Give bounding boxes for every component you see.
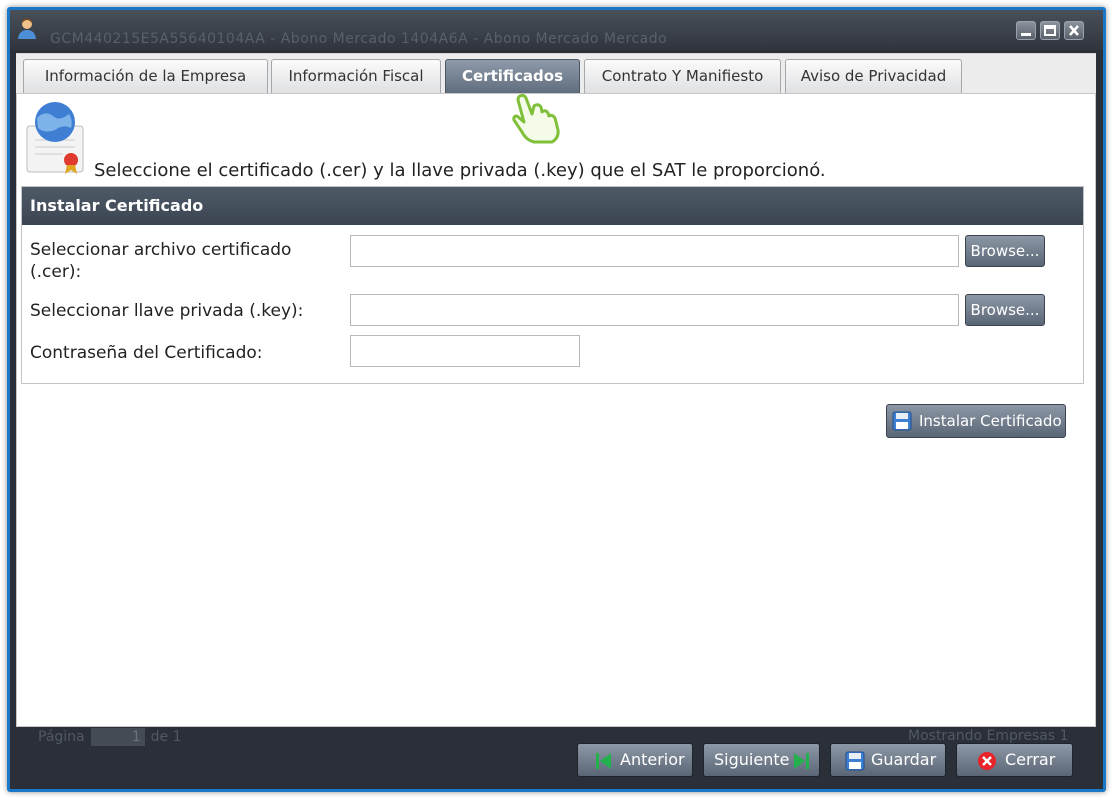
cerrar-button[interactable]: Cerrar <box>956 743 1073 777</box>
hand-cursor-icon <box>512 93 560 144</box>
anterior-label: Anterior <box>620 750 685 769</box>
previous-icon <box>596 753 611 769</box>
minimize-button[interactable] <box>1016 21 1036 40</box>
dialog-window: GCM440215E5A55640104AA - Abono Mercado 1… <box>7 7 1106 792</box>
tab-informacion-fiscal[interactable]: Información Fiscal <box>271 59 441 94</box>
guardar-label: Guardar <box>871 750 937 769</box>
background-pager: Página 1 de 1 <box>38 728 181 746</box>
cert-file-label: Seleccionar archivo certificado (.cer): <box>30 239 291 283</box>
next-icon <box>794 753 809 769</box>
browse-cert-button[interactable]: Browse... <box>965 235 1045 267</box>
cert-file-label-line1: Seleccionar archivo certificado <box>30 240 292 260</box>
pager-suffix: de 1 <box>150 729 182 745</box>
section-title: Instalar Certificado <box>22 187 1083 225</box>
certificados-panel: Seleccione el certificado (.cer) y la ll… <box>16 93 1096 727</box>
install-certificate-label: Instalar Certificado <box>919 412 1062 430</box>
password-label: Contraseña del Certificado: <box>30 343 263 363</box>
certificate-icon <box>26 102 84 174</box>
cert-file-label-line2: (.cer): <box>30 262 82 282</box>
install-certificate-section: Instalar Certificado Seleccionar archivo… <box>21 186 1084 384</box>
key-file-input[interactable] <box>350 294 959 326</box>
maximize-button[interactable] <box>1040 21 1060 40</box>
title-bar[interactable]: GCM440215E5A55640104AA - Abono Mercado 1… <box>10 10 1103 50</box>
close-icon <box>1069 25 1079 36</box>
siguiente-button[interactable]: Siguiente <box>703 743 820 777</box>
cert-file-input[interactable] <box>350 235 959 267</box>
tab-aviso-privacidad[interactable]: Aviso de Privacidad <box>785 59 962 94</box>
install-certificate-button[interactable]: Instalar Certificado <box>886 404 1066 438</box>
background-status: Mostrando Empresas 1 <box>908 728 1069 744</box>
tab-certificados[interactable]: Certificados <box>445 59 580 94</box>
browse-key-button[interactable]: Browse... <box>965 294 1045 326</box>
user-icon <box>18 18 36 39</box>
password-input[interactable] <box>350 335 580 367</box>
pager-prefix: Página <box>38 729 85 745</box>
tab-strip: Información de la Empresa Información Fi… <box>16 53 1096 94</box>
key-file-label: Seleccionar llave privada (.key): <box>30 301 304 321</box>
background-title: GCM440215E5A55640104AA - Abono Mercado 1… <box>50 31 668 47</box>
cerrar-label: Cerrar <box>1005 750 1056 769</box>
close-circle-icon <box>978 752 996 770</box>
tab-contrato-manifiesto[interactable]: Contrato Y Manifiesto <box>584 59 781 94</box>
instruction-text: Seleccione el certificado (.cer) y la ll… <box>94 160 826 181</box>
siguiente-label: Siguiente <box>714 750 790 769</box>
save-icon <box>845 751 865 771</box>
maximize-icon <box>1044 25 1056 36</box>
close-window-button[interactable] <box>1064 21 1084 40</box>
anterior-button[interactable]: Anterior <box>577 743 693 777</box>
pager-input: 1 <box>90 728 145 746</box>
guardar-button[interactable]: Guardar <box>830 743 946 777</box>
tab-informacion-empresa[interactable]: Información de la Empresa <box>23 59 268 94</box>
floppy-disk-icon <box>892 411 912 431</box>
minimize-icon <box>1021 33 1031 36</box>
